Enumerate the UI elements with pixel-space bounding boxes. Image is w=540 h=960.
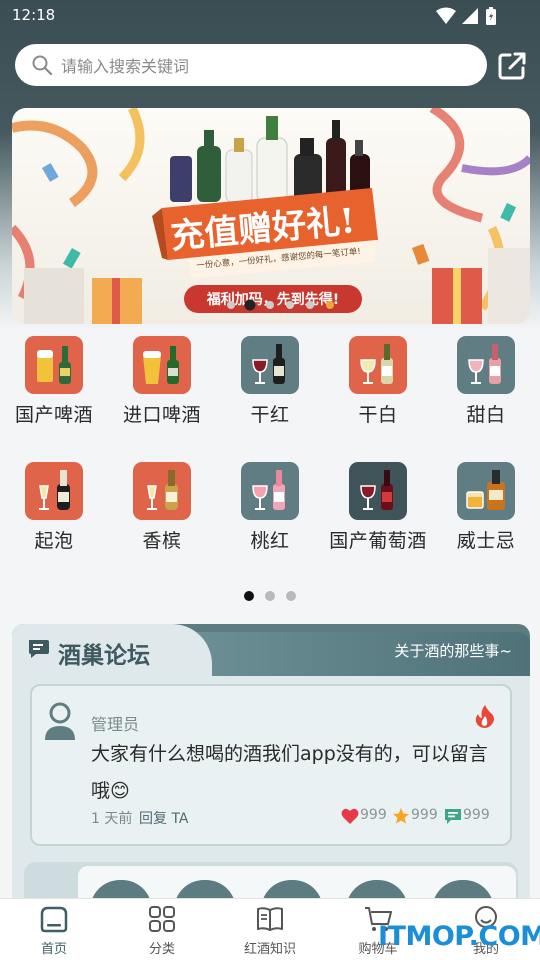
- category-dry-white[interactable]: 干白: [324, 336, 432, 427]
- category-label: 威士忌: [456, 530, 516, 552]
- rose-wine-icon: [241, 462, 299, 520]
- domestic-beer-icon: [25, 336, 83, 394]
- like-count: 999: [360, 807, 387, 823]
- category-label: 进口啤酒: [122, 404, 201, 426]
- heart-icon[interactable]: [341, 807, 359, 825]
- tab-label: 首页: [40, 942, 67, 957]
- tab-category[interactable]: 分类: [117, 904, 207, 957]
- battery-icon: [486, 7, 496, 25]
- status-bar: 12:18: [0, 0, 540, 30]
- forum-title: 酒巢论坛: [58, 643, 150, 669]
- banner-pagination: [227, 299, 334, 311]
- category-sweet-white[interactable]: 甜白: [432, 336, 540, 427]
- tab-wine-knowledge[interactable]: 红酒知识: [225, 904, 315, 957]
- tab-label: 红酒知识: [243, 942, 296, 957]
- comment-count: 999: [463, 807, 490, 823]
- category-whisky[interactable]: 威士忌: [432, 462, 540, 553]
- category-domestic-beer[interactable]: 国产啤酒: [0, 336, 108, 427]
- whisky-icon: [457, 462, 515, 520]
- category-label: 国产葡萄酒: [329, 530, 427, 552]
- forum-subtitle[interactable]: 关于酒的那些事~: [394, 640, 512, 661]
- watermark: ITMOP.COM: [378, 921, 540, 952]
- promo-banner[interactable]: 充值赠好礼! 一份心意，一份好礼，感谢您的每一笔订单! 福利加码，先到先得!: [12, 108, 530, 324]
- category-domestic-wine[interactable]: 国产葡萄酒: [324, 462, 432, 553]
- category-sparkling[interactable]: 起泡: [0, 462, 108, 553]
- avatar-icon: [45, 702, 75, 740]
- category-label: 桃红: [250, 530, 290, 552]
- comment-icon[interactable]: [444, 807, 462, 825]
- post-content: 大家有什么想喝的酒我们app没有的，可以留言哦😊: [91, 743, 488, 802]
- reply-link[interactable]: 回复 TA: [139, 808, 189, 828]
- page-dot: [265, 591, 275, 601]
- home-icon: [40, 906, 68, 933]
- dry-white-wine-icon: [349, 336, 407, 394]
- category-champagne[interactable]: 香槟: [108, 462, 216, 553]
- champagne-icon: [133, 462, 191, 520]
- search-placeholder: 请输入搜索关键词: [61, 57, 190, 76]
- imported-beer-icon: [133, 336, 191, 394]
- search-input[interactable]: 请输入搜索关键词: [15, 44, 487, 86]
- post-time: 1 天前: [91, 811, 133, 827]
- page-dot: [286, 591, 296, 601]
- category-rose[interactable]: 桃红: [216, 462, 324, 553]
- chat-bubble-icon: [29, 640, 49, 658]
- category-label: 干白: [358, 404, 398, 426]
- favorite-count: 999: [411, 807, 438, 823]
- category-label: 干红: [250, 404, 290, 426]
- domestic-wine-icon: [349, 462, 407, 520]
- category-dry-red[interactable]: 干红: [216, 336, 324, 427]
- sweet-white-wine-icon: [457, 336, 515, 394]
- category-label: 起泡: [34, 530, 74, 552]
- category-label: 甜白: [466, 404, 506, 426]
- category-label: 香槟: [142, 530, 182, 552]
- dry-red-wine-icon: [241, 336, 299, 394]
- category-label: 国产啤酒: [14, 404, 93, 426]
- bottle-group: [170, 116, 370, 203]
- book-icon: [257, 907, 283, 931]
- category-grid-icon: [149, 906, 175, 932]
- tab-home[interactable]: 首页: [9, 904, 99, 957]
- wifi-icon: [436, 7, 456, 24]
- status-time: 12:18: [12, 6, 56, 24]
- search-icon: [32, 55, 53, 76]
- category-imported-beer[interactable]: 进口啤酒: [108, 336, 216, 427]
- status-icons: [436, 7, 506, 25]
- star-icon[interactable]: [392, 807, 410, 825]
- tab-label: 分类: [148, 942, 175, 957]
- sparkling-wine-icon: [25, 462, 83, 520]
- page-dot-active: [244, 591, 254, 601]
- fire-icon: [475, 705, 494, 728]
- post-author: 管理员: [91, 715, 140, 734]
- category-pagination: [244, 591, 304, 603]
- share-icon[interactable]: [496, 50, 528, 82]
- signal-icon: [462, 8, 478, 24]
